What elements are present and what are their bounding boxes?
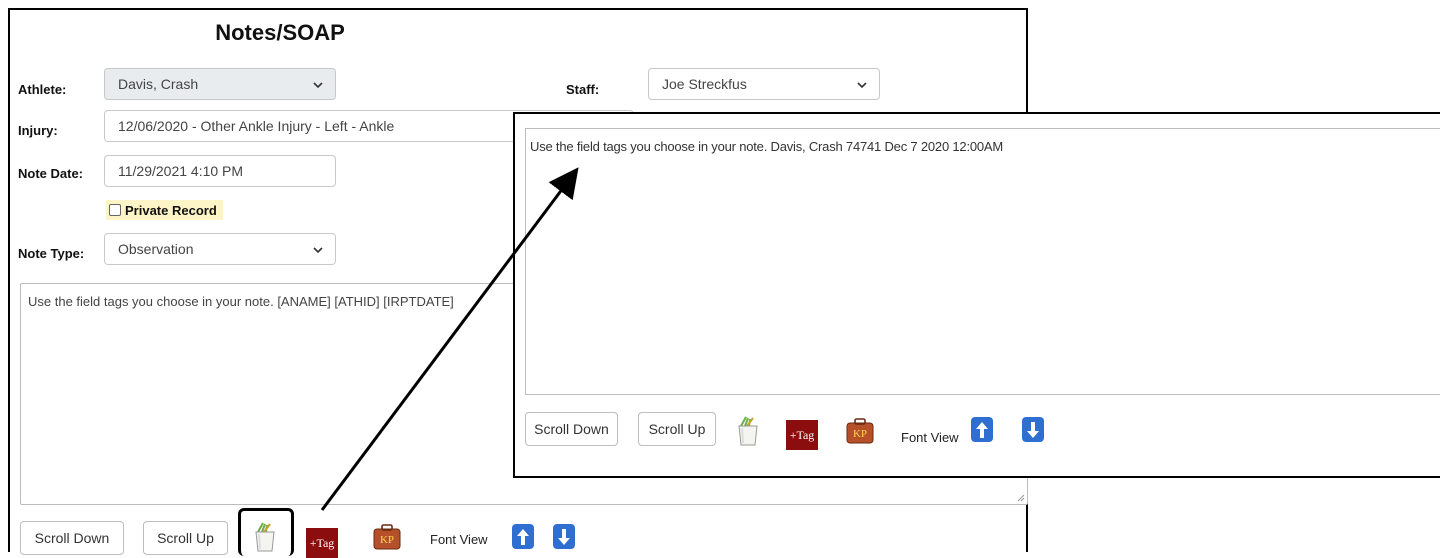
zoom-font-decrease-button[interactable] (1022, 417, 1044, 442)
pencil-cup-icon[interactable] (736, 416, 760, 446)
highlight-box (238, 508, 294, 556)
zoom-add-tag-button[interactable]: +Tag (786, 420, 818, 450)
injury-value: 12/06/2020 - Other Ankle Injury - Left -… (118, 118, 395, 134)
chevron-down-icon (313, 245, 323, 255)
arrow-up-icon (976, 421, 988, 438)
staff-value: Joe Streckfus (662, 76, 747, 92)
scroll-down-button[interactable]: Scroll Down (20, 521, 124, 555)
resize-grip-icon[interactable] (1017, 494, 1025, 502)
note-text: Use the field tags you choose in your no… (28, 294, 454, 309)
note-date-value: 11/29/2021 4:10 PM (118, 163, 244, 179)
note-type-value: Observation (118, 241, 194, 257)
chevron-down-icon (313, 80, 323, 90)
note-date-label: Note Date: (18, 166, 84, 181)
athlete-select[interactable]: Davis, Crash (104, 68, 336, 100)
font-increase-button[interactable] (512, 524, 534, 549)
arrow-down-icon (558, 528, 570, 545)
staff-label: Staff: (566, 82, 600, 97)
kp-briefcase-icon[interactable]: KP (373, 522, 401, 550)
injury-label: Injury: (18, 123, 58, 138)
scroll-up-button[interactable]: Scroll Up (143, 521, 228, 555)
zoomed-note-textarea[interactable]: Use the field tags you choose in your no… (525, 128, 1440, 395)
zoomed-preview-panel: Use the field tags you choose in your no… (513, 112, 1440, 478)
arrow-down-icon (1027, 421, 1039, 438)
zoom-scroll-down-button[interactable]: Scroll Down (525, 412, 618, 446)
zoom-scroll-up-button[interactable]: Scroll Up (638, 412, 716, 446)
note-type-select[interactable]: Observation (104, 233, 336, 265)
note-date-input[interactable]: 11/29/2021 4:10 PM (104, 155, 336, 187)
kp-briefcase-icon[interactable]: KP (846, 416, 874, 444)
zoom-font-view-label: Font View (901, 430, 959, 445)
font-decrease-button[interactable] (553, 524, 575, 549)
note-type-label: Note Type: (18, 246, 85, 261)
private-record-label: Private Record (125, 202, 217, 218)
zoomed-note-text: Use the field tags you choose in your no… (530, 139, 1004, 154)
private-record-checkbox[interactable]: Private Record (106, 200, 223, 220)
chevron-down-icon (857, 80, 867, 90)
staff-select[interactable]: Joe Streckfus (648, 68, 880, 100)
page-title: Notes/SOAP (215, 20, 345, 45)
kp-icon-text: KP (853, 428, 867, 440)
athlete-label: Athlete: (18, 82, 67, 97)
checkbox-icon[interactable] (109, 204, 121, 216)
arrow-up-icon (517, 528, 529, 545)
athlete-value: Davis, Crash (118, 76, 199, 92)
kp-icon-text: KP (380, 534, 394, 546)
font-view-label: Font View (430, 532, 488, 547)
add-tag-button[interactable]: +Tag (306, 528, 338, 558)
zoom-font-increase-button[interactable] (971, 417, 993, 442)
